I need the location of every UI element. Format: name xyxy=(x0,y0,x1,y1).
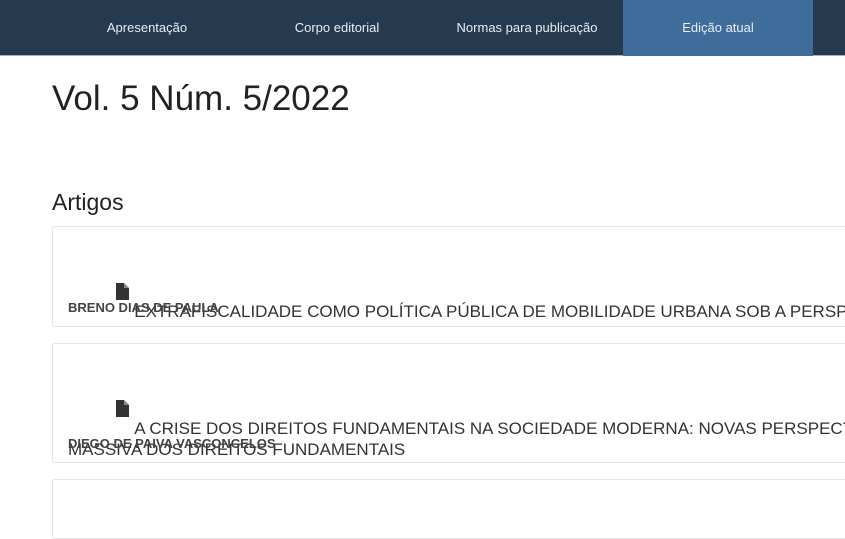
article-author: DIEGO DE PAIVA VASCONCELOS xyxy=(68,436,276,451)
article-card xyxy=(52,479,845,539)
file-icon xyxy=(87,381,130,440)
nav-item-normas[interactable]: Normas para publicação xyxy=(432,0,622,56)
article-card: A CRISE DOS DIREITOS FUNDAMENTAIS NA SOC… xyxy=(52,343,845,463)
section-title: Artigos xyxy=(52,189,124,215)
article-author: BRENO DIAS DE PAULA xyxy=(68,300,219,315)
page-title: Vol. 5 Núm. 5/2022 xyxy=(52,79,350,118)
article-title-text: EXTRAFISCALIDADE COMO POLÍTICA PÚBLICA D… xyxy=(134,302,845,321)
top-navbar: Apresentação Corpo editorial Normas para… xyxy=(0,0,845,56)
article-title-link[interactable]: EXTRAFISCALIDADE COMO POLÍTICA PÚBLICA D… xyxy=(68,245,845,342)
article-title-link[interactable]: A CRISE DOS DIREITOS FUNDAMENTAIS NA SOC… xyxy=(68,362,845,478)
nav-item-edicao-atual[interactable]: Edição atual xyxy=(623,0,813,56)
nav-item-apresentacao[interactable]: Apresentação xyxy=(52,0,242,56)
nav-item-corpo-editorial[interactable]: Corpo editorial xyxy=(242,0,432,56)
article-card: EXTRAFISCALIDADE COMO POLÍTICA PÚBLICA D… xyxy=(52,226,845,327)
